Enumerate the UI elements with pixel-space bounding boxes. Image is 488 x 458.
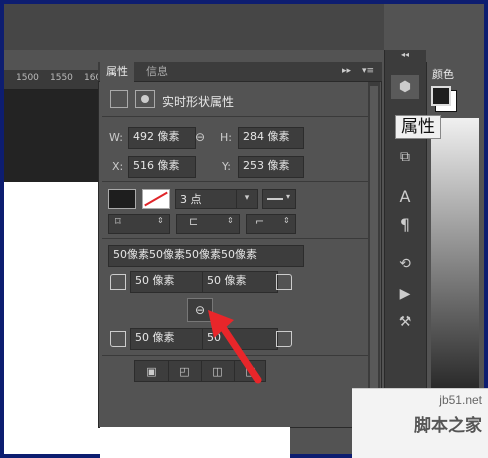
combine-shapes-icon[interactable]: ▣ (135, 361, 169, 381)
tool-presets-dock-icon[interactable]: ⚒ (391, 310, 419, 334)
actions-dock-icon[interactable]: ▶ (391, 282, 419, 306)
watermark: jb51.net 脚本之家 (352, 388, 488, 458)
corner-tl-icon (110, 274, 126, 290)
tab-properties[interactable]: 属性 (100, 62, 134, 82)
x-field[interactable]: 516 像素 (128, 156, 196, 178)
document-area-top (4, 4, 384, 50)
watermark-site: 脚本之家 (414, 416, 482, 436)
canvas-white-area (4, 182, 100, 454)
corner-tr-icon (276, 274, 292, 290)
fill-color-swatch[interactable] (108, 189, 136, 209)
corner-bl-field[interactable]: 50 像素 (130, 328, 206, 350)
stepper-icon: ⇕ (283, 216, 290, 225)
canvas-dark-area (4, 90, 104, 182)
collapse-dock-icon[interactable]: ◂◂ (391, 48, 419, 60)
divider (102, 238, 370, 239)
corner-tr-field[interactable]: 50 像素 (202, 271, 278, 293)
divider (102, 116, 370, 117)
stepper-icon: ⇕ (157, 216, 164, 225)
chevron-down-icon: ▾ (286, 192, 291, 201)
paragraph-dock-icon[interactable]: ¶ (391, 212, 419, 236)
canvas-bottom-white (100, 427, 290, 458)
subtract-shapes-icon[interactable]: ◰ (168, 361, 202, 381)
ruler-mark: 1500 (16, 73, 39, 83)
panel-tab-bar: 属性 信息 ▸▸ ▾≡ (98, 62, 382, 82)
properties-dock-icon[interactable]: ⬢ (391, 75, 419, 99)
panel-title: 实时形状属性 (162, 95, 235, 109)
tab-info[interactable]: 信息 (140, 62, 174, 82)
corners-icon: ⌐ (255, 215, 265, 228)
corner-radius-summary[interactable]: 50像素50像素50像素50像素 (108, 245, 304, 267)
corner-tl-field[interactable]: 50 像素 (130, 271, 206, 293)
width-field[interactable]: 492 像素 (128, 127, 196, 149)
stroke-caps-dropdown[interactable]: ⊏ ⇕ (176, 214, 240, 234)
x-label: X: (112, 160, 124, 173)
stroke-align-dropdown[interactable]: ⌑ ⇕ (108, 214, 170, 234)
link-dimensions-icon[interactable]: ⊖ (192, 130, 208, 144)
stroke-width-value: 3 点 (180, 193, 202, 206)
stepper-icon: ⇕ (227, 216, 234, 225)
corner-br-icon (276, 331, 292, 347)
corner-bl-icon (110, 331, 126, 347)
y-field[interactable]: 253 像素 (238, 156, 304, 178)
stroke-color-swatch[interactable] (142, 189, 170, 209)
right-dock: ◂◂ ⬢ ⧉ A ¶ ⟲ ▶ ⚒ (384, 50, 426, 422)
history-dock-icon[interactable]: ⟲ (391, 252, 419, 276)
scrollbar-thumb[interactable] (370, 86, 378, 398)
stroke-corners-dropdown[interactable]: ⌐ ⇕ (246, 214, 296, 234)
y-label: Y: (222, 160, 231, 173)
height-field[interactable]: 284 像素 (238, 127, 304, 149)
tooltip: 属性 (395, 115, 441, 139)
color-spectrum[interactable] (431, 118, 479, 388)
horizontal-ruler: 1500 1550 1600 (4, 70, 107, 90)
character-dock-icon[interactable]: A (391, 184, 419, 208)
stroke-width-field[interactable]: 3 点 (175, 189, 237, 209)
panel-menu-icon[interactable]: ▾≡ (362, 66, 374, 76)
watermark-url: jb51.net (439, 393, 482, 407)
h-label: H: (220, 131, 232, 144)
collapse-icon[interactable]: ▸▸ (342, 66, 351, 76)
foreground-color-swatch[interactable] (431, 86, 451, 106)
stroke-width-dropdown-icon[interactable]: ▾ (236, 189, 258, 209)
tab-color[interactable]: 颜色 (432, 66, 454, 82)
stroke-type-dropdown[interactable]: ▾ (262, 189, 296, 209)
divider (102, 181, 370, 182)
adjustments-dock-icon[interactable]: ⧉ (391, 145, 419, 169)
shape-mask-icon (135, 90, 155, 108)
ruler-mark: 1550 (50, 73, 73, 83)
red-arrow-annotation (208, 310, 262, 384)
align-icon: ⌑ (115, 215, 121, 228)
w-label: W: (109, 131, 123, 144)
color-panel: 颜色 (426, 62, 484, 392)
shape-transform-icon (110, 90, 128, 108)
caps-icon: ⊏ (189, 215, 199, 228)
